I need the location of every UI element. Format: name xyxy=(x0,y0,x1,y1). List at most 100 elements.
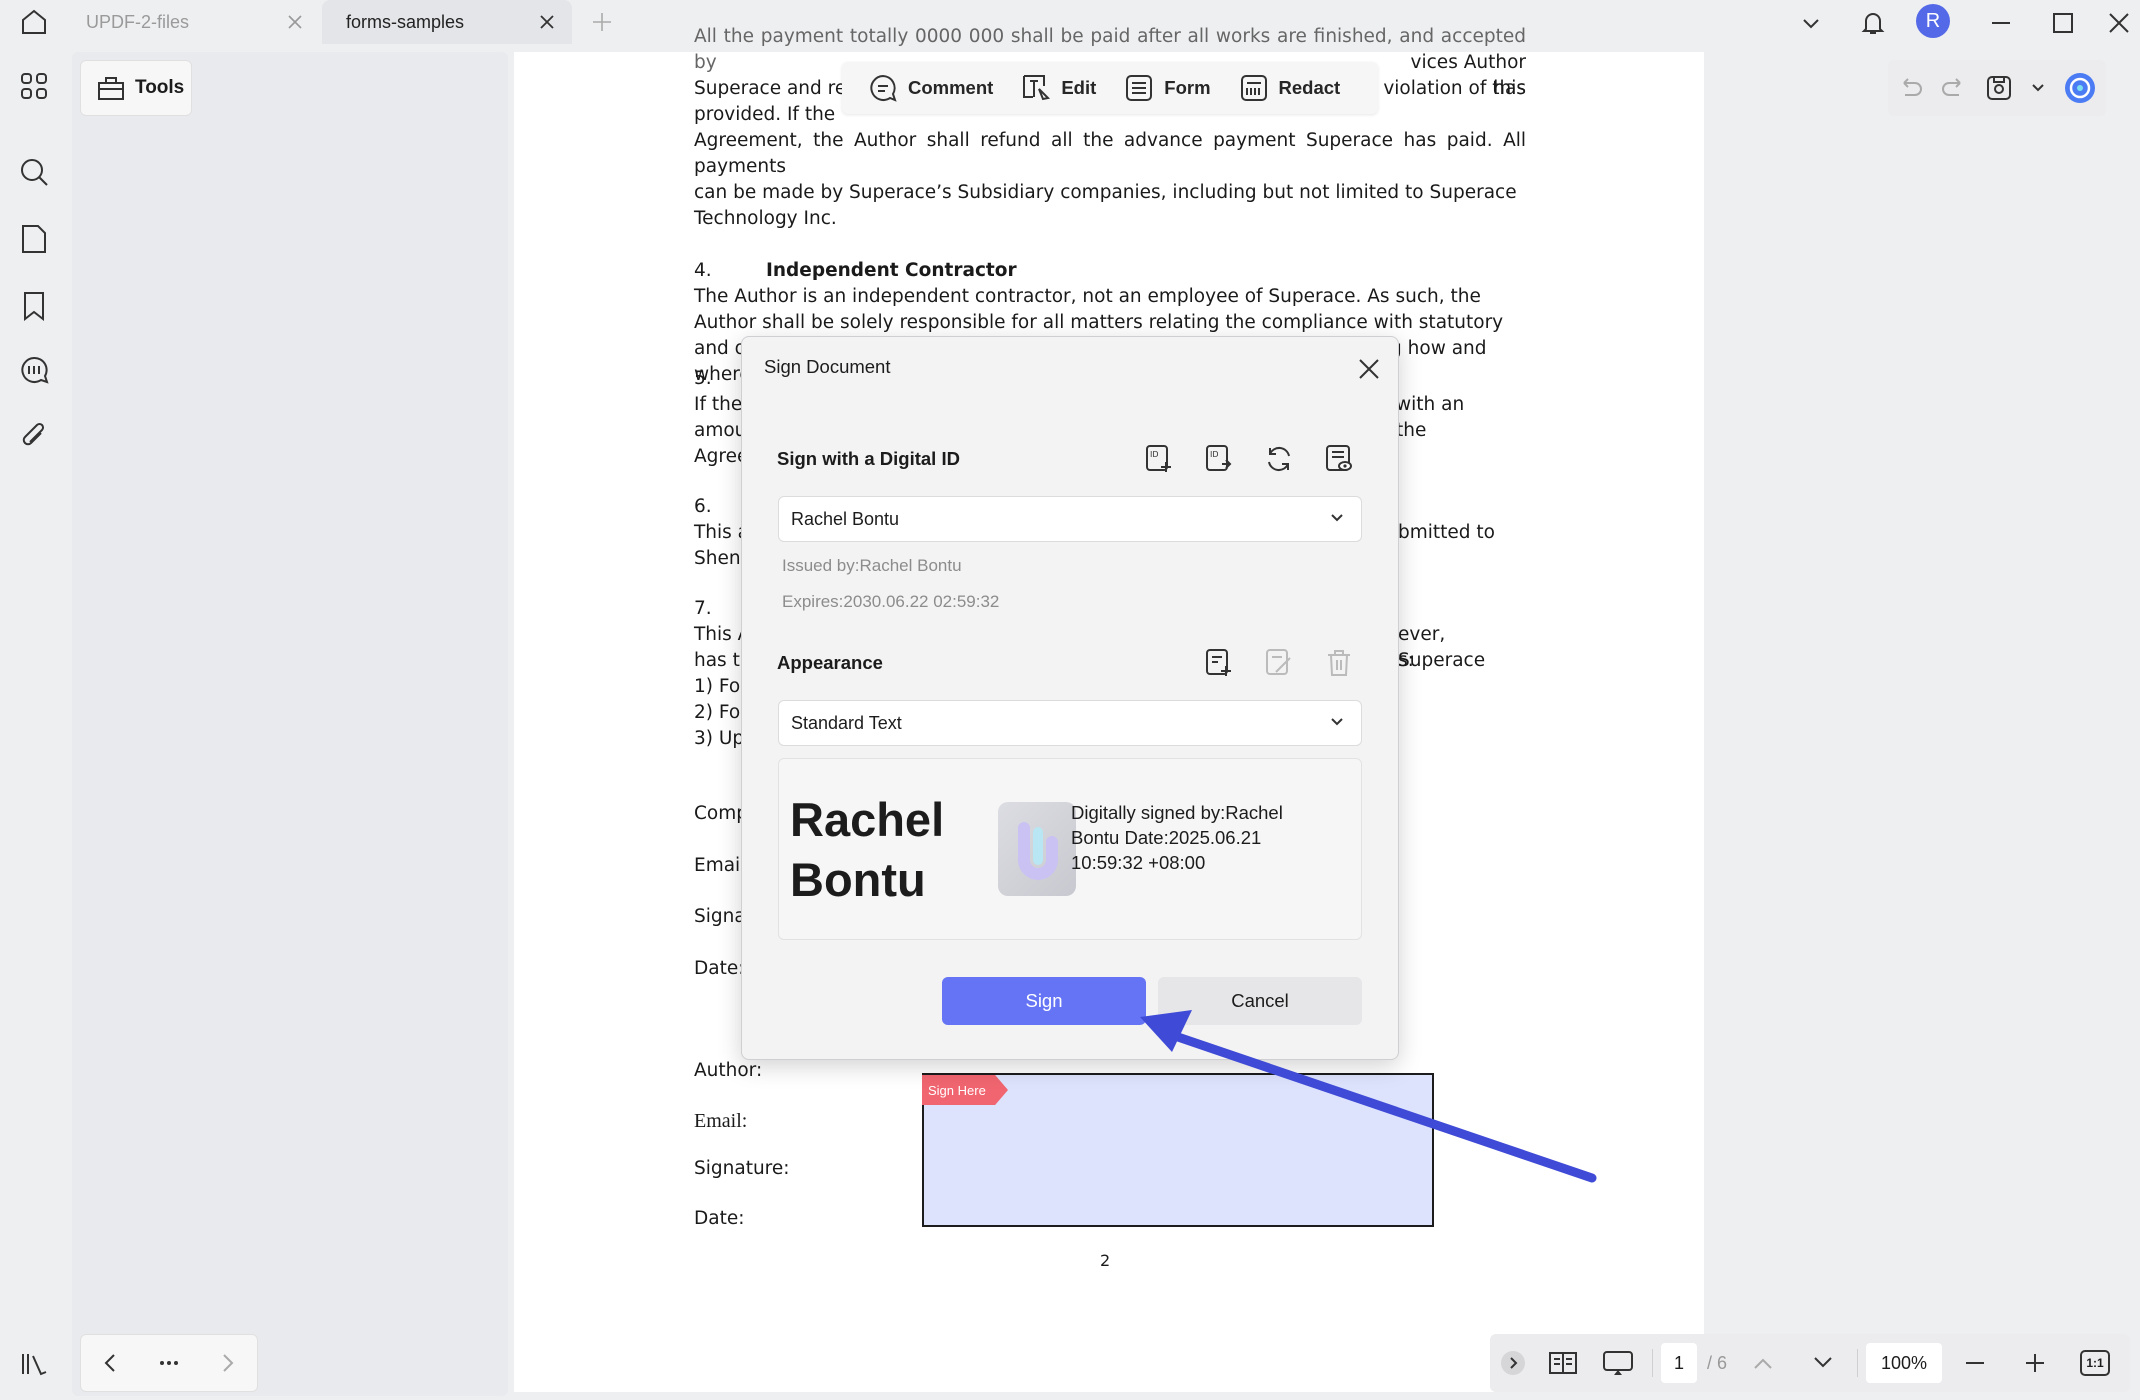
section-heading: 4. Independent Contractor xyxy=(694,260,1017,281)
doc-line-fragment: violation of this xyxy=(1383,78,1526,99)
add-digital-id-icon[interactable]: ID xyxy=(1142,442,1176,476)
bell-icon[interactable] xyxy=(1858,8,1888,38)
form-icon xyxy=(1124,73,1154,103)
page-up-icon[interactable] xyxy=(1753,1356,1773,1370)
tab-updf-2-files[interactable]: UPDF-2-files xyxy=(62,0,320,44)
edit-appearance-icon[interactable] xyxy=(1262,646,1296,680)
tools-label: Tools xyxy=(135,77,185,98)
selected-digital-id: Rachel Bontu xyxy=(791,508,900,529)
save-icon[interactable] xyxy=(1985,74,2013,102)
view-digital-id-icon[interactable] xyxy=(1322,442,1356,476)
doc-line: Agreement, the Author shall refund all t… xyxy=(694,130,1526,177)
preview-name-line: Rachel xyxy=(790,793,945,846)
page-number: 2 xyxy=(1100,1251,1111,1270)
page-icon[interactable] xyxy=(16,221,52,257)
page-toolbar: 1 / 6 100% 1:1 xyxy=(1490,1334,2130,1392)
sign-button[interactable]: Sign xyxy=(942,977,1146,1025)
search-icon[interactable] xyxy=(16,154,52,190)
tools-button[interactable]: Tools xyxy=(80,60,192,116)
doc-fragment: the xyxy=(1396,420,1427,441)
redo-icon[interactable] xyxy=(1941,77,1967,99)
maximize-icon[interactable] xyxy=(2048,8,2078,38)
zoom-out-icon[interactable] xyxy=(1964,1352,1986,1374)
edit-label: Edit xyxy=(1061,77,1097,98)
close-icon[interactable] xyxy=(1354,354,1384,384)
tab-forms-samples[interactable]: forms-samples xyxy=(322,0,572,44)
redact-icon xyxy=(1239,73,1269,103)
add-appearance-icon[interactable] xyxy=(1202,646,1236,680)
reading-mode-icon[interactable] xyxy=(1548,1350,1578,1376)
doc-fragment: with an xyxy=(1396,394,1465,415)
comment-tool[interactable]: Comment xyxy=(854,73,1007,103)
close-icon[interactable] xyxy=(284,11,306,33)
total-pages: / 6 xyxy=(1707,1352,1728,1373)
ai-assistant-icon[interactable] xyxy=(2063,71,2097,105)
cancel-button[interactable]: Cancel xyxy=(1158,977,1362,1025)
updf-logo-icon xyxy=(998,802,1076,896)
doc-fragment: s: xyxy=(1398,650,1414,671)
chevron-right-icon[interactable] xyxy=(220,1353,236,1373)
chevron-down-icon xyxy=(1329,510,1345,526)
minimize-icon[interactable] xyxy=(1986,8,2016,38)
bookmark-icon[interactable] xyxy=(16,288,52,324)
preview-signature-details: Digitally signed by:Rachel Bontu Date:20… xyxy=(1071,802,1283,873)
trash-icon[interactable] xyxy=(1322,646,1356,680)
sign-document-dialog xyxy=(741,336,1399,1060)
expand-icon[interactable] xyxy=(1500,1350,1526,1376)
preview-signer-name: Rachel Bontu xyxy=(790,790,944,910)
refresh-icon[interactable] xyxy=(1262,442,1296,476)
close-icon[interactable] xyxy=(536,11,558,33)
form-label: Signature: xyxy=(694,1158,790,1179)
edit-tool[interactable]: Edit xyxy=(1007,73,1110,103)
sign-here-tag: Sign Here xyxy=(922,1075,1008,1105)
appearance-heading: Appearance xyxy=(777,652,883,673)
library-icon[interactable] xyxy=(16,1346,52,1382)
comments-icon[interactable] xyxy=(16,352,52,388)
digital-id-select[interactable]: Rachel Bontu xyxy=(778,496,1362,542)
text-edit-icon xyxy=(1021,73,1051,103)
attachment-icon[interactable] xyxy=(16,418,52,454)
current-page-input[interactable]: 1 xyxy=(1661,1343,1697,1383)
preview-name-line: Bontu xyxy=(790,853,926,906)
doc-line: can be made by Superace’s Subsidiary com… xyxy=(694,182,1517,203)
more-icon[interactable] xyxy=(159,1360,179,1366)
import-digital-id-icon[interactable]: ID xyxy=(1202,442,1236,476)
appearance-select[interactable]: Standard Text xyxy=(778,700,1362,746)
divider xyxy=(1857,1349,1859,1377)
tab-label: UPDF-2-files xyxy=(86,11,190,32)
zoom-in-icon[interactable] xyxy=(2024,1352,2046,1374)
digital-id-heading: Sign with a Digital ID xyxy=(777,448,960,469)
home-icon[interactable] xyxy=(18,6,50,38)
issued-by-text: Issued by:Rachel Bontu xyxy=(782,556,962,575)
selected-appearance: Standard Text xyxy=(791,712,902,733)
svg-text:ID: ID xyxy=(1210,450,1219,459)
avatar[interactable]: R xyxy=(1916,4,1950,38)
zoom-level[interactable]: 100% xyxy=(1866,1343,1943,1383)
form-tool[interactable]: Form xyxy=(1110,73,1224,103)
presentation-icon[interactable] xyxy=(1602,1349,1634,1377)
page-navigation xyxy=(80,1334,258,1392)
history-toolbar xyxy=(1888,60,2106,116)
tab-label: forms-samples xyxy=(346,11,465,32)
chevron-down-icon[interactable] xyxy=(2031,83,2045,93)
new-tab-icon[interactable] xyxy=(590,10,614,34)
edit-mode-toolbar: Comment Edit Form Redact xyxy=(842,62,1378,114)
doc-line: Technology Inc. xyxy=(694,208,837,229)
form-label: Form xyxy=(1164,77,1211,98)
actual-size-button[interactable]: 1:1 xyxy=(2080,1350,2111,1376)
chevron-left-icon[interactable] xyxy=(102,1353,118,1373)
page-down-icon[interactable] xyxy=(1813,1356,1833,1370)
form-label: Date: xyxy=(694,1208,745,1229)
comment-icon xyxy=(868,73,898,103)
form-label: Author: xyxy=(694,1060,763,1081)
undo-icon[interactable] xyxy=(1897,77,1923,99)
dialog-title: Sign Document xyxy=(764,356,891,377)
form-label: Email: xyxy=(694,1110,748,1132)
comment-label: Comment xyxy=(908,77,994,98)
svg-text:ID: ID xyxy=(1150,450,1159,459)
window-close-icon[interactable] xyxy=(2104,8,2134,38)
apps-icon[interactable] xyxy=(16,68,52,104)
tools-panel xyxy=(72,52,508,1396)
chevron-down-icon[interactable] xyxy=(1796,8,1826,38)
redact-tool[interactable]: Redact xyxy=(1225,73,1355,103)
